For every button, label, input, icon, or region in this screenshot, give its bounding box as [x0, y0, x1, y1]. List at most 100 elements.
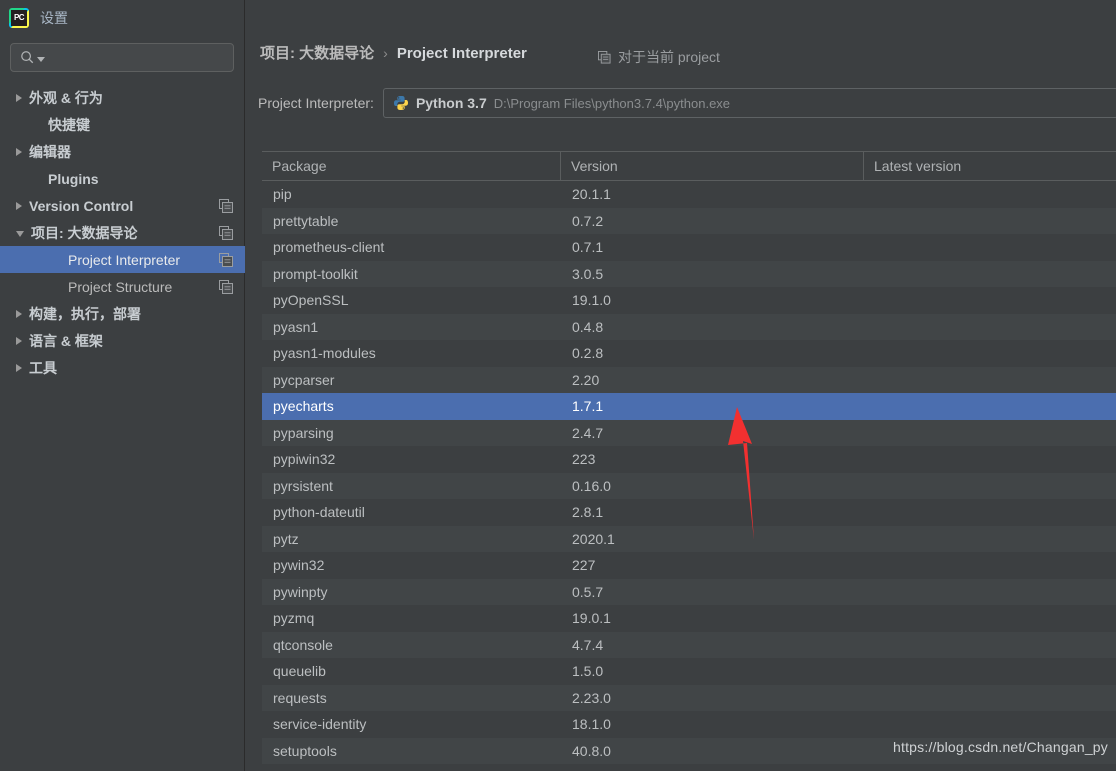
- sidebar-item-4[interactable]: Version Control: [0, 192, 245, 219]
- table-row[interactable]: pyasn1-modules 0.2.8: [262, 340, 1116, 367]
- main-panel: 项目: 大数据导论 › Project Interpreter 对于当前 pro…: [246, 0, 1116, 771]
- cell-version: 227: [572, 557, 596, 574]
- table-row[interactable]: pywinpty 0.5.7: [262, 578, 1116, 605]
- sidebar-item-label: 外观 & 行为: [29, 89, 103, 106]
- sidebar-item-label: 语言 & 框架: [29, 332, 103, 349]
- sidebar-item-3[interactable]: Plugins: [0, 165, 245, 192]
- window-titlebar: PC 设置: [0, 0, 245, 35]
- sidebar-item-0[interactable]: 外观 & 行为: [0, 84, 245, 111]
- table-row[interactable]: python-dateutil 2.8.1: [262, 499, 1116, 526]
- cell-version: 2.23.0: [572, 689, 611, 706]
- settings-sidebar: PC 设置 外观 & 行为快捷键编辑器 Plugins Version Contro…: [0, 0, 245, 771]
- sidebar-item-2[interactable]: 编辑器: [0, 138, 245, 165]
- cell-version: 0.5.7: [572, 583, 604, 600]
- sidebar-item-5[interactable]: 项目: 大数据导论: [0, 219, 245, 246]
- chevron-right-icon[interactable]: [16, 336, 22, 345]
- table-row[interactable]: prompt-toolkit 3.0.5: [262, 260, 1116, 287]
- cell-package: pyparsing: [273, 424, 334, 441]
- table-row[interactable]: pyecharts 1.7.1: [262, 393, 1116, 420]
- chevron-down-icon[interactable]: [37, 56, 45, 64]
- cell-package: pyecharts: [273, 398, 334, 415]
- chevron-right-icon[interactable]: [16, 93, 22, 102]
- sidebar-item-9[interactable]: 语言 & 框架: [0, 327, 245, 354]
- cell-version: 0.7.1: [572, 239, 604, 256]
- cell-version: 18.1.0: [572, 716, 611, 733]
- table-row[interactable]: pytz 2020.1: [262, 525, 1116, 552]
- cell-version: 40.8.0: [572, 742, 611, 759]
- sidebar-item-6[interactable]: Project Interpreter: [0, 246, 245, 273]
- cell-version: 4.7.4: [572, 636, 604, 653]
- chevron-right-icon[interactable]: [16, 147, 22, 156]
- packages-table-header: Package Version Latest version: [262, 152, 1116, 181]
- table-row[interactable]: pyrsistent 0.16.0: [262, 472, 1116, 499]
- cell-package: prompt-toolkit: [273, 265, 358, 282]
- sidebar-item-10[interactable]: 工具: [0, 354, 245, 381]
- chevron-down-icon[interactable]: [16, 230, 24, 237]
- column-header-version[interactable]: Version: [561, 152, 864, 181]
- cell-package: pypiwin32: [273, 451, 336, 468]
- cell-package: pyrsistent: [273, 477, 333, 494]
- python-icon: [393, 96, 408, 110]
- breadcrumb-parent[interactable]: 项目: 大数据导论: [260, 42, 374, 63]
- table-row[interactable]: pyOpenSSL 19.1.0: [262, 287, 1116, 314]
- table-row[interactable]: prometheus-client 0.7.1: [262, 234, 1116, 261]
- breadcrumb-current: Project Interpreter: [396, 45, 527, 62]
- cell-version: 0.4.8: [572, 318, 604, 335]
- table-row[interactable]: pip 20.1.1: [262, 181, 1116, 208]
- search-input[interactable]: [51, 50, 221, 65]
- for-current-project-text: 对于当前 project: [618, 49, 720, 65]
- cell-package: pyzmq: [273, 610, 315, 627]
- sidebar-item-1[interactable]: 快捷键: [0, 111, 245, 138]
- table-row[interactable]: queuelib 1.5.0: [262, 658, 1116, 685]
- table-row[interactable]: pycparser 2.20: [262, 366, 1116, 393]
- cell-package: pycparser: [273, 371, 335, 388]
- cell-package: python-dateutil: [273, 504, 365, 521]
- cell-package: pytz: [273, 530, 299, 547]
- sidebar-item-7[interactable]: Project Structure: [0, 273, 245, 300]
- sidebar-item-8[interactable]: 构建，执行，部署: [0, 300, 245, 327]
- table-row[interactable]: service-identity 18.1.0: [262, 711, 1116, 738]
- table-row[interactable]: pywin32 227: [262, 552, 1116, 579]
- chevron-right-icon[interactable]: [16, 309, 22, 318]
- table-row[interactable]: pyasn1 0.4.8: [262, 313, 1116, 340]
- cell-package: pyOpenSSL: [273, 292, 349, 309]
- project-interpreter-label: Project Interpreter:: [258, 95, 374, 111]
- cell-package: pyasn1-modules: [273, 345, 376, 362]
- cell-version: 1.7.1: [572, 398, 604, 415]
- window-title: 设置: [40, 9, 68, 26]
- table-row[interactable]: pyparsing 2.4.7: [262, 419, 1116, 446]
- table-row[interactable]: requests 2.23.0: [262, 684, 1116, 711]
- pycharm-logo-icon: PC: [9, 7, 29, 28]
- chevron-right-icon[interactable]: [16, 363, 22, 372]
- module-icon: [598, 50, 611, 64]
- cell-version: 0.16.0: [572, 477, 611, 494]
- search-box[interactable]: [10, 43, 234, 72]
- cell-package: pip: [273, 186, 292, 203]
- interpreter-name: Python 3.7: [415, 95, 487, 111]
- chevron-right-icon[interactable]: [16, 201, 22, 210]
- cell-version: 1.5.0: [572, 663, 604, 680]
- table-row[interactable]: simplejson3.17.0: [262, 764, 1116, 771]
- for-current-project-label: 对于当前 project: [598, 47, 720, 67]
- cell-package: qtconsole: [273, 636, 333, 653]
- table-row[interactable]: prettytable 0.7.2: [262, 207, 1116, 234]
- table-row[interactable]: pypiwin32 223: [262, 446, 1116, 473]
- sidebar-item-label: Plugins: [48, 170, 99, 187]
- column-header-package[interactable]: Package: [262, 152, 561, 181]
- sidebar-item-label: 编辑器: [29, 143, 71, 160]
- project-interpreter-row: Project Interpreter: Python 3.7 D:\Progr…: [258, 88, 1116, 118]
- cell-version: 2.4.7: [572, 424, 604, 441]
- cell-package: pywinpty: [273, 583, 328, 600]
- breadcrumb: 项目: 大数据导论 › Project Interpreter: [260, 42, 527, 63]
- table-row[interactable]: qtconsole 4.7.4: [262, 631, 1116, 658]
- module-icon: [219, 279, 233, 294]
- project-interpreter-combobox[interactable]: Python 3.7 D:\Program Files\python3.7.4\…: [382, 88, 1116, 118]
- search-icon: [21, 51, 34, 64]
- cell-version: 19.0.1: [572, 610, 611, 627]
- module-icon: [219, 225, 233, 240]
- cell-package: pyasn1: [273, 318, 319, 335]
- table-row[interactable]: pyzmq 19.0.1: [262, 605, 1116, 632]
- cell-version: 223: [572, 451, 596, 468]
- column-header-latest-version[interactable]: Latest version: [864, 152, 1116, 181]
- packages-table-body: pip 20.1.1 prettytable 0.7.2 prometheus-clie…: [262, 181, 1116, 771]
